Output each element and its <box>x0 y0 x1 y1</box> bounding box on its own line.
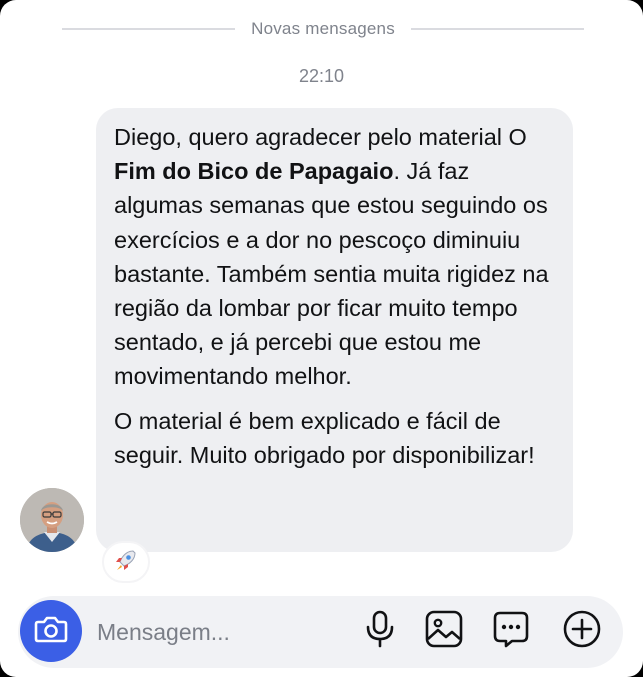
message-material-title: Fim do Bico de Papagaio <box>114 158 394 185</box>
divider-line-right <box>410 28 584 30</box>
image-icon <box>425 610 463 653</box>
sticker-button[interactable] <box>490 610 532 652</box>
add-button[interactable] <box>561 610 603 652</box>
message-paragraph-1: Diego, quero agradecer pelo material O F… <box>114 120 557 394</box>
new-messages-divider: Novas mensagens <box>62 16 584 42</box>
reaction-badge[interactable] <box>102 541 150 583</box>
microphone-button[interactable] <box>359 610 401 652</box>
message-timestamp: 22:10 <box>298 66 345 86</box>
plus-circle-icon <box>562 609 602 654</box>
message-bubble[interactable]: Diego, quero agradecer pelo material O F… <box>96 108 573 552</box>
camera-button[interactable] <box>20 600 82 662</box>
microphone-icon <box>365 610 395 653</box>
sticker-icon <box>491 609 531 654</box>
gallery-button[interactable] <box>423 610 465 652</box>
message-input[interactable] <box>97 612 337 652</box>
message-body-text: . Já faz algumas semanas que estou segui… <box>114 158 549 390</box>
new-messages-label: Novas mensagens <box>251 19 395 38</box>
message-paragraph-2: O material é bem explicado e fácil de se… <box>114 407 535 468</box>
rocket-icon <box>113 547 139 578</box>
divider-line-left <box>62 28 236 30</box>
chat-screen: Novas mensagens 22:10 Diego, quero agrad… <box>0 0 643 677</box>
camera-icon <box>34 614 68 649</box>
sender-avatar[interactable] <box>20 488 84 552</box>
message-intro-text: Diego, quero agradecer pelo material O <box>114 124 527 150</box>
